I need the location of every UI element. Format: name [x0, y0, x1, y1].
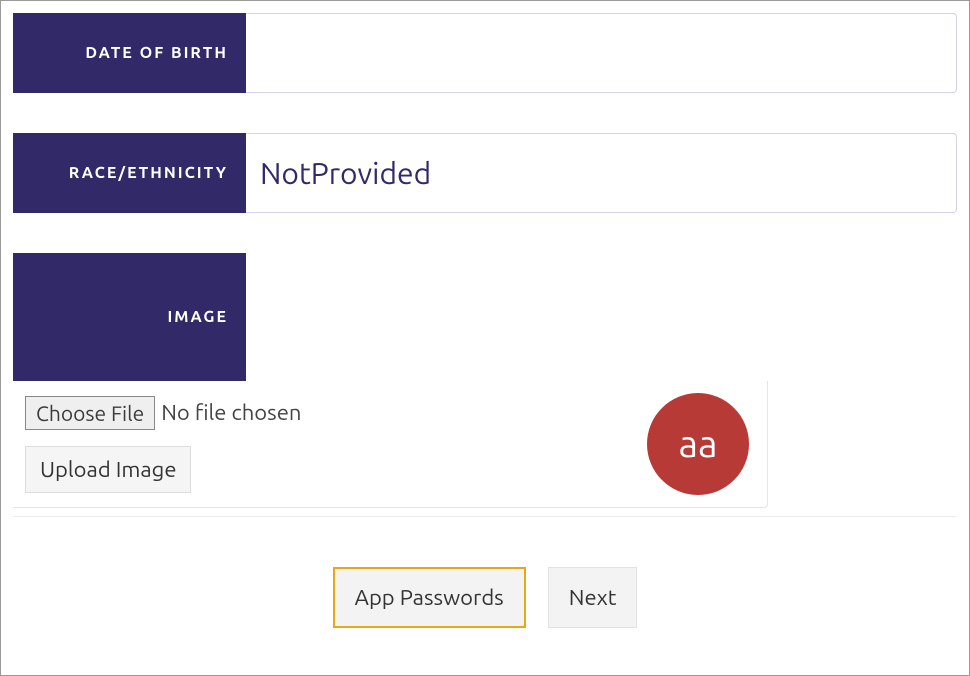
no-file-chosen-text: No file chosen — [161, 400, 301, 425]
upload-image-button[interactable]: Upload Image — [25, 446, 191, 493]
button-row: App Passwords Next — [13, 567, 957, 628]
dob-value[interactable] — [246, 13, 957, 93]
race-label: RACE/ETHNICITY — [13, 133, 246, 213]
divider — [13, 516, 957, 517]
next-button[interactable]: Next — [548, 567, 638, 628]
choose-file-button[interactable]: Choose File — [25, 396, 155, 430]
race-ethnicity-row: RACE/ETHNICITY NotProvided — [13, 133, 957, 213]
file-chooser: Choose File No file chosen — [25, 396, 301, 430]
dob-label: DATE OF BIRTH — [13, 13, 246, 93]
upload-area: Choose File No file chosen Upload Image … — [13, 381, 768, 508]
image-label: IMAGE — [13, 253, 246, 381]
avatar-initials: aa — [678, 423, 717, 465]
race-value[interactable]: NotProvided — [246, 133, 957, 213]
image-section: IMAGE Choose File No file chosen Upload … — [13, 253, 957, 508]
date-of-birth-row: DATE OF BIRTH — [13, 13, 957, 93]
avatar: aa — [647, 393, 749, 495]
app-passwords-button[interactable]: App Passwords — [333, 567, 526, 628]
